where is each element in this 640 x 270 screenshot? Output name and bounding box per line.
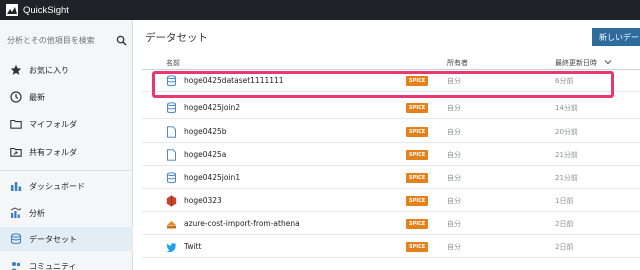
quicksight-logo-icon[interactable] [6,4,18,16]
table-row[interactable]: hoge0425a SPICE 自分 21分前 [142,144,640,166]
sidebar-item-label: マイフォルダ [29,119,77,129]
spice-badge: SPICE [406,219,429,229]
search-input[interactable]: 分析とその他項目を検索 [7,35,116,46]
app-title[interactable]: QuickSight [23,5,69,16]
new-dataset-button[interactable]: 新しいデータセット [592,28,640,46]
highlight-box [152,71,614,98]
sidebar-item-label: データセット [29,234,77,244]
table-row[interactable]: hoge0425b SPICE 自分 20分前 [142,121,640,143]
star-icon [10,64,22,75]
sidebar-item-label: 分析 [29,208,45,218]
spice-badge: SPICE [406,150,429,160]
updated-cell: 21分前 [555,151,578,159]
sidebar-item-favorites[interactable]: お気に入り [0,58,133,82]
owner-cell: 自分 [447,104,461,112]
owner-cell: 自分 [447,197,461,205]
page-title: データセット [145,32,208,44]
aws-icon [166,195,177,207]
spice-badge: SPICE [406,173,429,183]
updated-cell: 21分前 [555,174,578,182]
main-content: データセット 新しいデータセット 名前 所有者 最終更新日時 hoge0425d… [134,20,640,270]
spice-badge: SPICE [406,103,429,113]
file-icon [167,126,176,138]
folder-icon [10,119,22,129]
twitter-icon [166,243,177,253]
sidebar-item-label: コミュニティ [29,261,77,270]
sidebar-item-label: ダッシュボード [29,181,85,191]
sidebar: 分析とその他項目を検索 お気に入り 最新 マイフォルダ 共有フォルダ ダッシュボ… [0,20,133,270]
column-header-updated[interactable]: 最終更新日時 [555,58,597,68]
dataset-name[interactable]: hoge0323 [184,196,222,205]
search-box[interactable]: 分析とその他項目を検索 [7,30,127,50]
sidebar-item-label: お気に入り [29,65,69,75]
column-header-owner[interactable]: 所有者 [447,58,468,68]
table-row[interactable]: Twitt SPICE 自分 2日前 [142,236,640,258]
athena-icon [167,221,176,229]
dataset-icon [167,172,176,184]
dataset-name[interactable]: Twitt [184,242,201,251]
dataset-name[interactable]: hoge0425b [184,127,227,136]
table-row[interactable]: hoge0323 SPICE 自分 1日前 [142,190,640,212]
dataset-name[interactable]: hoge0425a [184,150,226,159]
updated-cell: 2日前 [555,220,574,228]
sidebar-item-shared-folders[interactable]: 共有フォルダ [0,140,133,164]
dataset-name[interactable]: azure-cost-import-from-athena [184,219,300,228]
table-row[interactable]: hoge0425join1 SPICE 自分 21分前 [142,167,640,189]
spice-badge: SPICE [406,242,429,252]
shared-folder-icon [10,147,22,157]
file-icon [167,149,176,161]
search-icon[interactable] [116,35,127,46]
clock-icon [10,91,22,103]
owner-cell: 自分 [447,174,461,182]
table-row[interactable]: azure-cost-import-from-athena SPICE 自分 2… [142,213,640,235]
owner-cell: 自分 [447,243,461,251]
sidebar-item-community[interactable]: コミュニティ [0,254,133,270]
sidebar-item-my-folders[interactable]: マイフォルダ [0,112,133,136]
dataset-name[interactable]: hoge0425join2 [184,103,240,112]
updated-cell: 2日前 [555,243,574,251]
updated-cell: 14分前 [555,104,578,112]
sidebar-item-dashboards[interactable]: ダッシュボード [0,174,133,198]
spice-badge: SPICE [406,127,429,137]
top-bar: QuickSight [0,0,640,20]
dataset-icon [11,233,21,244]
chevron-down-icon[interactable] [604,58,612,66]
dataset-icon [167,102,176,114]
analysis-icon [10,207,22,218]
owner-cell: 自分 [447,151,461,159]
updated-cell: 20分前 [555,128,578,136]
sidebar-item-datasets[interactable]: データセット [0,227,133,251]
table-row[interactable]: hoge0425join2 SPICE 自分 14分前 [142,97,640,119]
sidebar-item-label: 最新 [29,92,45,102]
community-icon [11,262,21,270]
dashboard-icon [11,182,22,191]
column-header-name[interactable]: 名前 [166,58,180,68]
sidebar-divider [0,170,133,171]
owner-cell: 自分 [447,128,461,136]
sidebar-item-analyses[interactable]: 分析 [0,201,133,225]
owner-cell: 自分 [447,220,461,228]
sidebar-item-label: 共有フォルダ [29,147,77,157]
updated-cell: 1日前 [555,197,574,205]
spice-badge: SPICE [406,196,429,206]
dataset-name[interactable]: hoge0425join1 [184,173,240,182]
sidebar-item-recent[interactable]: 最新 [0,85,133,109]
